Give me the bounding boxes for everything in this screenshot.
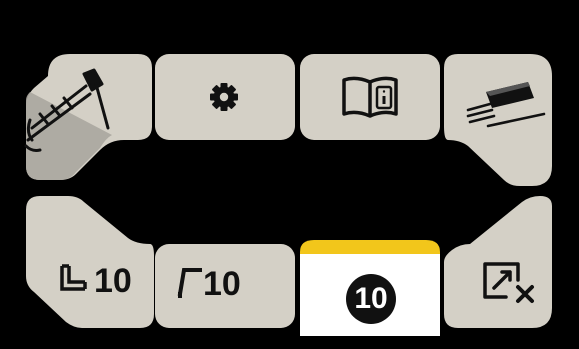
tile-layer <box>24 54 552 336</box>
pre-gas-tile[interactable] <box>26 196 154 328</box>
torch-tile[interactable] <box>24 54 152 180</box>
welder-control-screen: 10 10 10 <box>0 0 579 349</box>
close-display-tile[interactable] <box>444 196 552 328</box>
settings-tile[interactable] <box>155 54 295 140</box>
active-indicator <box>300 240 440 254</box>
post-gas-value: 10 <box>203 265 241 303</box>
gear-icon <box>210 83 238 111</box>
pre-gas-value: 10 <box>94 262 132 300</box>
wire-tile[interactable] <box>444 54 552 186</box>
selected-value: 10 <box>354 282 388 315</box>
manual-tile[interactable] <box>300 54 440 140</box>
